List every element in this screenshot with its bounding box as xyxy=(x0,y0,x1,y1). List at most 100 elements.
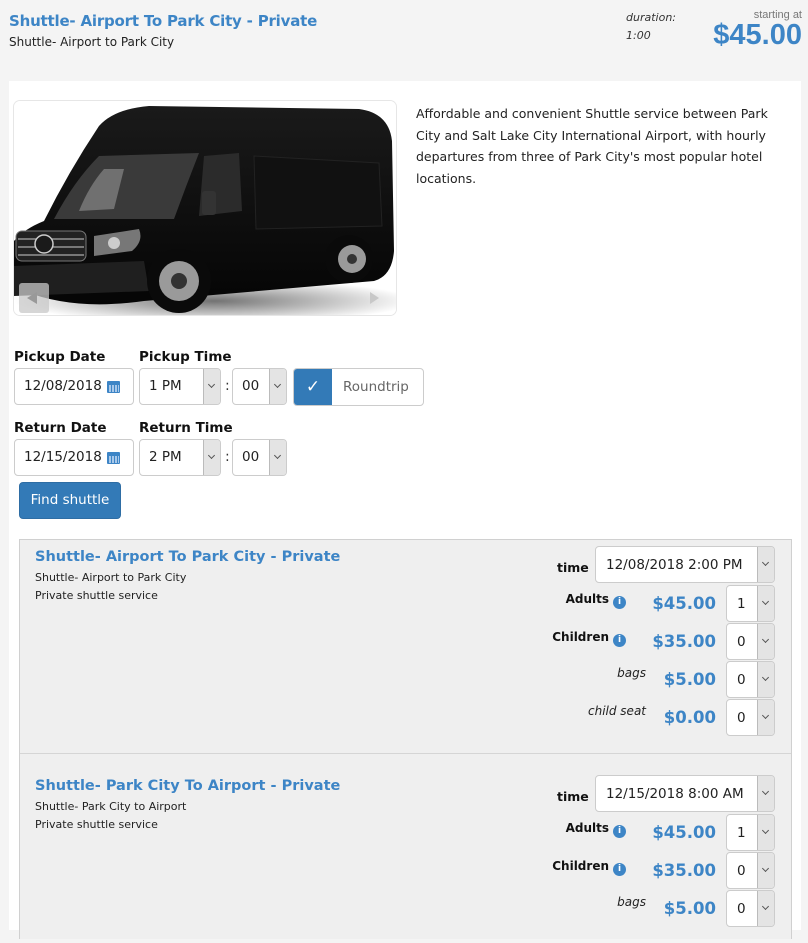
check-icon[interactable]: ✓ xyxy=(294,369,332,405)
pickup-hour-select[interactable]: 1 PM xyxy=(139,368,221,405)
time-value: 12/15/2018 8:00 AM xyxy=(606,786,744,802)
trip-title[interactable]: Shuttle- Airport To Park City - Private xyxy=(35,549,340,565)
pickup-time-label: Pickup Time xyxy=(139,349,232,365)
adults-label-text: Adults xyxy=(565,592,609,606)
info-icon[interactable]: i xyxy=(613,825,626,838)
children-qty-select[interactable]: 0 xyxy=(726,852,775,889)
pickup-minute-value: 00 xyxy=(242,378,260,394)
pickup-date-value: 12/08/2018 xyxy=(24,378,102,394)
roundtrip-toggle[interactable]: ✓ Roundtrip xyxy=(293,368,424,406)
return-date-input[interactable]: 12/15/2018 xyxy=(14,439,134,476)
time-separator: : xyxy=(225,449,230,465)
page-header: Shuttle- Airport To Park City - Private … xyxy=(0,0,808,80)
trip-description: Private shuttle service xyxy=(35,589,158,602)
time-label: time xyxy=(557,789,589,804)
return-hour-value: 2 PM xyxy=(149,449,182,465)
children-label: Children i xyxy=(506,859,626,876)
adults-label: Adults i xyxy=(506,592,626,609)
return-minute-select[interactable]: 00 xyxy=(232,439,287,476)
duration-value: 1:00 xyxy=(626,29,651,42)
info-icon[interactable]: i xyxy=(613,863,626,876)
service-description: Affordable and convenient Shuttle servic… xyxy=(416,106,768,186)
trip-description: Private shuttle service xyxy=(35,818,158,831)
bags-qty-select[interactable]: 0 xyxy=(726,890,775,927)
chevron-down-icon xyxy=(757,853,774,888)
bags-qty-value: 0 xyxy=(737,672,746,688)
time-select[interactable]: 12/15/2018 8:00 AM xyxy=(595,775,775,812)
page-subtitle: Shuttle- Airport to Park City xyxy=(9,35,175,49)
chevron-down-icon xyxy=(203,369,220,404)
adults-price: $45.00 xyxy=(652,823,716,842)
adults-qty-value: 1 xyxy=(737,825,746,841)
adults-label: Adults i xyxy=(506,821,626,838)
image-gallery xyxy=(14,101,396,315)
trip-subtitle: Shuttle- Park City to Airport xyxy=(35,800,187,813)
bags-price: $5.00 xyxy=(663,899,716,918)
chevron-down-icon xyxy=(757,776,774,811)
info-icon[interactable]: i xyxy=(613,634,626,647)
shuttle-van-image xyxy=(14,101,396,315)
chevron-down-icon xyxy=(757,586,774,621)
child-seat-qty-select[interactable]: 0 xyxy=(726,699,775,736)
duration-label: duration: xyxy=(626,11,676,24)
child-seat-label: child seat xyxy=(588,704,646,718)
child-seat-price: $0.00 xyxy=(663,708,716,727)
children-qty-value: 0 xyxy=(737,863,746,879)
starting-price: $45.00 xyxy=(713,19,802,51)
bags-price: $5.00 xyxy=(663,670,716,689)
gallery-prev-button[interactable] xyxy=(19,283,49,313)
children-price: $35.00 xyxy=(652,632,716,651)
adults-qty-select[interactable]: 1 xyxy=(726,814,775,851)
trip-subtitle: Shuttle- Airport to Park City xyxy=(35,571,187,584)
calendar-icon[interactable] xyxy=(107,452,120,464)
child-seat-qty-value: 0 xyxy=(737,710,746,726)
info-icon[interactable]: i xyxy=(613,596,626,609)
return-time-label: Return Time xyxy=(139,420,233,436)
page-title: Shuttle- Airport To Park City - Private xyxy=(9,12,318,30)
chevron-down-icon xyxy=(757,700,774,735)
return-minute-value: 00 xyxy=(242,449,260,465)
time-value: 12/08/2018 2:00 PM xyxy=(606,557,743,573)
chevron-down-icon xyxy=(757,624,774,659)
children-price: $35.00 xyxy=(652,861,716,880)
adults-qty-select[interactable]: 1 xyxy=(726,585,775,622)
bags-qty-value: 0 xyxy=(737,901,746,917)
pickup-hour-value: 1 PM xyxy=(149,378,182,394)
chevron-down-icon xyxy=(269,369,286,404)
pickup-date-input[interactable]: 12/08/2018 xyxy=(14,368,134,405)
children-label-text: Children xyxy=(552,630,609,644)
children-label: Children i xyxy=(506,630,626,647)
chevron-down-icon xyxy=(757,662,774,697)
bags-qty-select[interactable]: 0 xyxy=(726,661,775,698)
trip-title[interactable]: Shuttle- Park City To Airport - Private xyxy=(35,778,340,794)
calendar-icon[interactable] xyxy=(107,381,120,393)
gallery-next-button[interactable] xyxy=(370,291,382,305)
chevron-down-icon xyxy=(269,440,286,475)
chevron-down-icon xyxy=(757,547,774,582)
pickup-minute-select[interactable]: 00 xyxy=(232,368,287,405)
children-qty-select[interactable]: 0 xyxy=(726,623,775,660)
pickup-date-label: Pickup Date xyxy=(14,349,106,365)
result-trip: Shuttle- Airport To Park City - Private … xyxy=(20,540,791,753)
booking-panel: Affordable and convenient Shuttle servic… xyxy=(9,81,801,939)
return-date-value: 12/15/2018 xyxy=(24,449,102,465)
chevron-down-icon xyxy=(203,440,220,475)
bags-label: bags xyxy=(617,666,646,680)
adults-qty-value: 1 xyxy=(737,596,746,612)
adults-price: $45.00 xyxy=(652,594,716,613)
return-date-label: Return Date xyxy=(14,420,107,436)
roundtrip-label: Roundtrip xyxy=(343,379,409,395)
children-label-text: Children xyxy=(552,859,609,873)
find-shuttle-button[interactable]: Find shuttle xyxy=(19,482,121,519)
children-qty-value: 0 xyxy=(737,634,746,650)
time-select[interactable]: 12/08/2018 2:00 PM xyxy=(595,546,775,583)
adults-label-text: Adults xyxy=(565,821,609,835)
time-label: time xyxy=(557,560,589,575)
time-separator: : xyxy=(225,378,230,394)
result-trip: Shuttle- Park City To Airport - Private … xyxy=(20,753,791,943)
results-list: Shuttle- Airport To Park City - Private … xyxy=(19,539,792,939)
return-hour-select[interactable]: 2 PM xyxy=(139,439,221,476)
chevron-down-icon xyxy=(757,815,774,850)
chevron-down-icon xyxy=(757,891,774,926)
bags-label: bags xyxy=(617,895,646,909)
